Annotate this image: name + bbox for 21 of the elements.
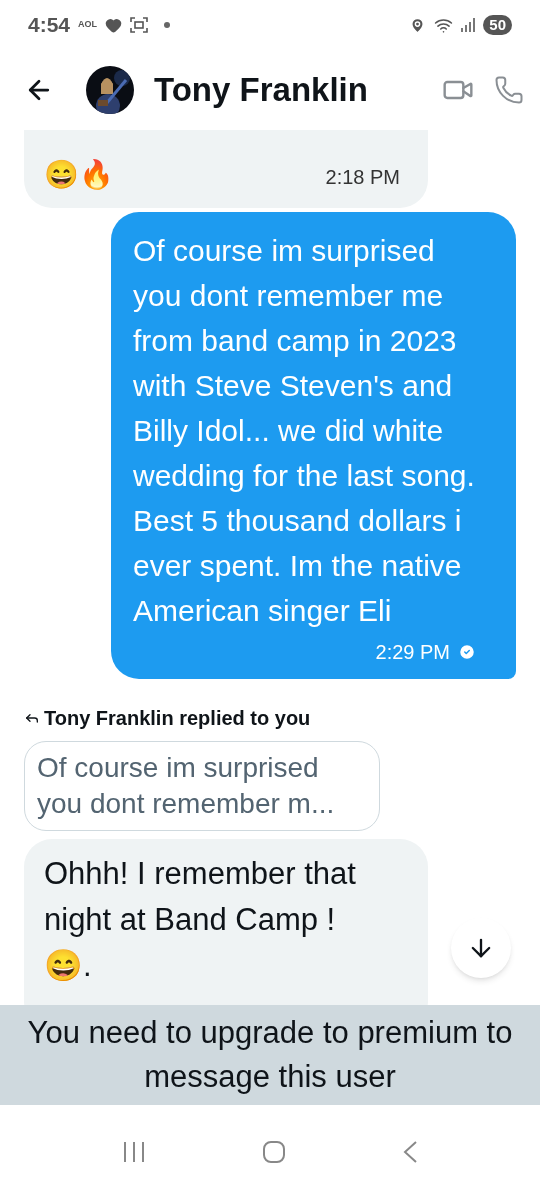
message-time: 2:29 PM <box>375 640 450 665</box>
emoji-text: 😄. <box>44 947 93 985</box>
scroll-down-button[interactable] <box>451 918 511 978</box>
heart-icon <box>105 16 123 34</box>
premium-notice: You need to upgrade to premium to message this user <box>0 1005 540 1105</box>
contact-name[interactable]: Tony Franklin <box>154 65 368 115</box>
recent-apps-icon[interactable] <box>122 1141 146 1163</box>
home-icon[interactable] <box>262 1140 286 1164</box>
back-nav-icon[interactable] <box>402 1140 418 1164</box>
quoted-message[interactable]: Of course im surprised you dont remember m... <box>24 741 380 831</box>
reply-label: Tony Franklin replied to you <box>44 706 311 731</box>
carrier-label: AOL <box>78 18 98 32</box>
signal-icon <box>461 18 476 32</box>
emoji-text: 😄🔥 <box>44 158 114 192</box>
battery-indicator: 50 <box>483 15 512 35</box>
screenshot-icon <box>130 17 149 33</box>
status-time: 4:54 <box>28 12 71 39</box>
message-text: Ohhh! I remember that night at Band Camp ! <box>44 855 357 939</box>
phone-call-icon[interactable] <box>494 75 524 105</box>
message-text: Of course im surprised you dont remember me from band camp in 2023 with Steve Steven's and Billy Idol... we did white wedding for the last song. Best 5 thousand dollars i ever spent. Im the native American singer Eli <box>133 233 476 629</box>
message-time: 2:18 PM <box>325 165 400 190</box>
